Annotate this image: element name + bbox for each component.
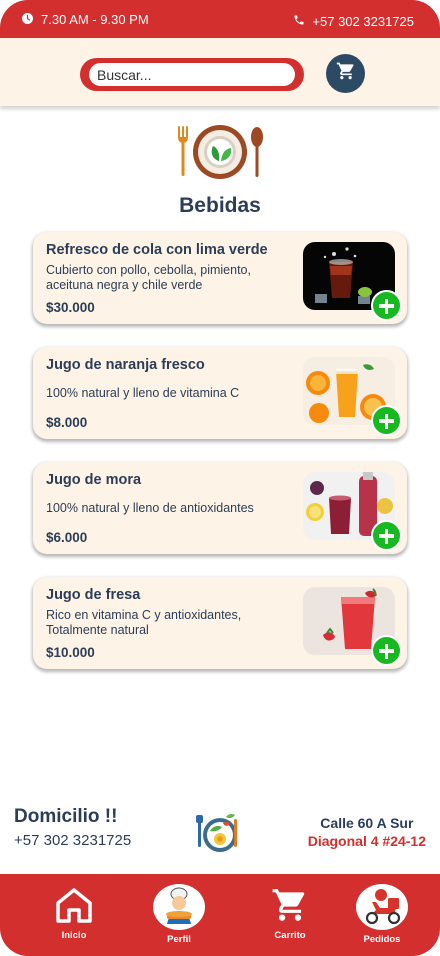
delivery-title: Domicilio !!	[14, 806, 118, 827]
add-to-cart-button[interactable]	[371, 520, 402, 551]
section-title: Bebidas	[179, 194, 261, 217]
search-bar	[80, 58, 304, 91]
food-plate-icon	[196, 809, 240, 855]
nav-item-pedidos[interactable]: Pedidos	[342, 884, 422, 945]
cart-button[interactable]	[326, 54, 365, 93]
product-card[interactable]: Jugo de naranja fresco 100% natural y ll…	[33, 347, 407, 439]
product-description: Rico en vitamina C y antioxidantes, Tota…	[46, 608, 242, 637]
phone-text: +57 302 3231725	[312, 14, 414, 29]
product-price: $6.000	[46, 530, 88, 545]
product-card[interactable]: Jugo de fresa Rico en vitamina C y antio…	[33, 577, 407, 669]
nav-label: Pedidos	[363, 934, 401, 945]
cart-icon	[269, 884, 311, 926]
nav-item-perfil[interactable]: Perfil	[139, 884, 219, 945]
chef-avatar-icon	[153, 884, 205, 930]
delivery-scooter-icon	[356, 884, 408, 930]
product-name: Jugo de naranja fresco	[46, 357, 205, 373]
nav-label: Carrito	[274, 930, 306, 941]
product-card[interactable]: Jugo de mora 100% natural y lleno de ant…	[33, 462, 407, 554]
product-name: Refresco de cola con lima verde	[46, 242, 268, 258]
delivery-address: Calle 60 A Sur Diagonal 4 #24-12	[308, 815, 426, 849]
add-to-cart-button[interactable]	[371, 405, 402, 436]
product-description: 100% natural y lleno de antioxidantes	[46, 501, 254, 515]
clock-icon	[22, 12, 33, 27]
nav-label: Inicio	[61, 930, 87, 941]
address-line-1: Calle 60 A Sur	[320, 815, 414, 831]
opening-hours: 7.30 AM - 9.30 PM	[22, 12, 149, 27]
hours-text: 7.30 AM - 9.30 PM	[41, 12, 149, 27]
product-price: $10.000	[46, 645, 95, 660]
product-price: $30.000	[46, 300, 95, 315]
spoon-icon	[251, 127, 263, 177]
nav-item-inicio[interactable]: Inicio	[34, 884, 114, 941]
home-icon	[53, 884, 95, 926]
bottom-nav: Inicio Perfil Carrito Pedidos	[0, 874, 440, 956]
top-info-bar: 7.30 AM - 9.30 PM +57 302 3231725	[0, 0, 440, 38]
add-to-cart-button[interactable]	[371, 635, 402, 666]
cart-icon	[336, 61, 356, 86]
add-to-cart-button[interactable]	[371, 290, 402, 321]
app-screen: 7.30 AM - 9.30 PM +57 302 3231725 Buscar…	[0, 0, 440, 956]
contact-phone[interactable]: +57 302 3231725	[293, 14, 414, 29]
fork-icon	[178, 126, 188, 176]
product-description: Cubierto con pollo, cebolla, pimiento, a…	[46, 263, 251, 292]
product-name: Jugo de fresa	[46, 587, 141, 603]
product-card[interactable]: Refresco de cola con lima verde Cubierto…	[33, 232, 407, 324]
delivery-info: Domicilio !! +57 302 3231725	[14, 806, 131, 849]
restaurant-logo	[176, 124, 264, 180]
product-name: Jugo de mora	[46, 472, 142, 488]
product-price: $8.000	[46, 415, 88, 430]
nav-item-carrito[interactable]: Carrito	[250, 884, 330, 941]
delivery-phone[interactable]: +57 302 3231725	[14, 832, 131, 849]
nav-label: Perfil	[167, 934, 191, 945]
search-header	[0, 38, 440, 106]
product-description: 100% natural y lleno de vitamina C	[46, 386, 240, 400]
search-input[interactable]	[89, 63, 295, 86]
phone-icon	[293, 14, 305, 29]
address-line-2: Diagonal 4 #24-12	[307, 833, 426, 849]
